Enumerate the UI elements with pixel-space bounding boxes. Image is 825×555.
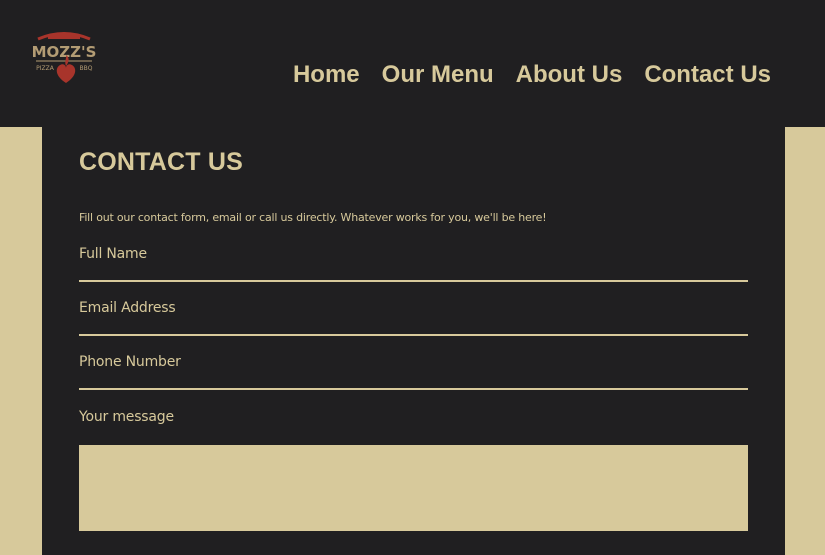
nav-home-link[interactable]: Home — [293, 60, 360, 90]
phone-field: Phone Number — [79, 353, 748, 390]
page-title: CONTACT US — [79, 148, 244, 176]
full-name-field: Full Name — [79, 245, 748, 282]
phone-input[interactable] — [79, 353, 748, 390]
logo-pizza-word: PIZZA — [36, 65, 55, 72]
full-name-input[interactable] — [79, 245, 748, 282]
message-textarea[interactable] — [79, 445, 748, 531]
logo-bbq-word: BBQ — [80, 65, 93, 72]
site-logo[interactable]: MOZZ'S PIZZA BBQ — [28, 27, 100, 87]
nav-about-us-link[interactable]: About Us — [516, 60, 623, 90]
site-header: MOZZ'S PIZZA BBQ Home Our Menu About Us … — [0, 0, 825, 127]
email-input[interactable] — [79, 299, 748, 336]
intro-text: Fill out our contact form, email or call… — [79, 211, 547, 224]
message-label: Your message — [79, 409, 174, 425]
contact-panel: CONTACT US Fill out our contact form, em… — [42, 127, 785, 555]
main-nav: Home Our Menu About Us Contact Us — [293, 60, 771, 90]
nav-our-menu-link[interactable]: Our Menu — [382, 60, 494, 90]
nav-contact-us-link[interactable]: Contact Us — [644, 60, 771, 90]
email-field: Email Address — [79, 299, 748, 336]
logo-name: MOZZ'S — [32, 43, 97, 61]
